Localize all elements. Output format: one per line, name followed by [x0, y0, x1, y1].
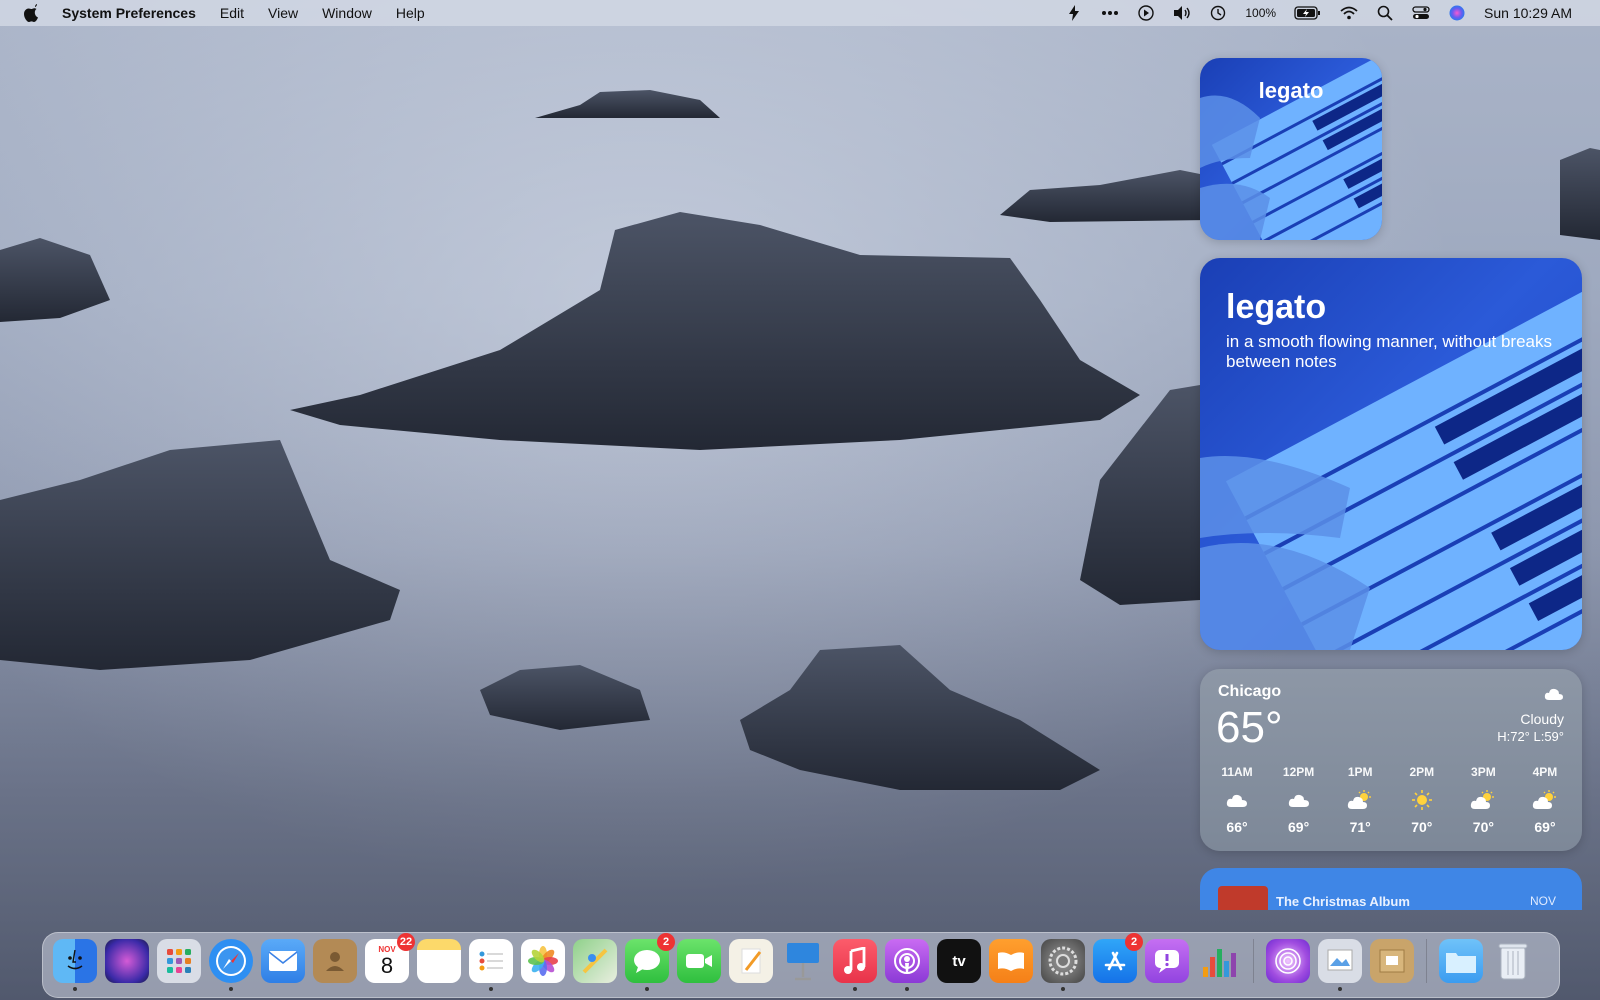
partly-sunny-icon [1532, 785, 1558, 815]
downloads-folder-icon[interactable] [1439, 939, 1483, 983]
trash-icon[interactable] [1491, 939, 1535, 983]
system-preferences-icon[interactable] [1041, 939, 1085, 991]
weather-temperature: 65° [1216, 703, 1283, 752]
weather-condition: Cloudy [1520, 711, 1564, 727]
album-month: NOV [1529, 894, 1556, 908]
forecast-hour: 12PM 69° [1272, 765, 1326, 835]
album-art [1218, 886, 1268, 910]
dock-separator [1253, 939, 1254, 983]
dock: NOV 8 22 2 tv 2 [42, 932, 1560, 998]
partly-sunny-icon [1347, 785, 1373, 815]
cloud-icon [1288, 785, 1310, 815]
forecast-temp: 69° [1288, 819, 1310, 835]
photos-icon[interactable] [521, 939, 565, 983]
forecast-hour: 1PM 71° [1333, 765, 1387, 835]
books-icon[interactable] [989, 939, 1033, 983]
apple-tv-icon[interactable]: tv [937, 939, 981, 983]
keynote-icon[interactable] [781, 939, 825, 983]
messages-badge: 2 [657, 933, 675, 951]
menu-help[interactable]: Help [396, 5, 425, 21]
launchpad-icon[interactable] [157, 939, 201, 983]
numbers-chart-icon[interactable] [1197, 939, 1241, 983]
forecast-time: 11AM [1221, 765, 1253, 779]
forecast-hour: 3PM 70° [1456, 765, 1510, 835]
forecast-time: 1PM [1347, 765, 1373, 779]
forecast-temp: 66° [1226, 819, 1248, 835]
battery-icon[interactable] [1294, 5, 1322, 21]
sun-icon [1411, 785, 1433, 815]
battery-percent[interactable]: 100% [1245, 6, 1276, 20]
dock-separator [1426, 939, 1427, 983]
maps-icon[interactable] [573, 939, 617, 983]
forecast-time: 2PM [1409, 765, 1435, 779]
word-of-the-day-widget-large[interactable]: legato in a smooth flowing manner, witho… [1200, 258, 1582, 650]
app-store-icon[interactable]: 2 [1093, 933, 1143, 983]
control-center-icon[interactable] [1412, 5, 1430, 21]
reminders-icon[interactable] [469, 939, 513, 991]
play-icon[interactable] [1137, 5, 1155, 21]
music-app-icon[interactable] [833, 939, 877, 991]
finder-icon[interactable] [53, 939, 97, 991]
forecast-hour: 11AM 66° [1210, 765, 1264, 835]
facetime-icon[interactable] [677, 939, 721, 983]
feedback-assistant-icon[interactable] [1145, 939, 1189, 983]
forecast-temp: 69° [1534, 819, 1556, 835]
app-menu[interactable]: System Preferences [62, 5, 196, 21]
cloud-icon [1544, 687, 1564, 706]
cloud-icon [1226, 785, 1248, 815]
calendar-icon[interactable]: NOV 8 22 [365, 933, 415, 983]
forecast-time: 12PM [1282, 765, 1315, 779]
menu-window[interactable]: Window [322, 5, 372, 21]
weather-widget[interactable]: Chicago 65° Cloudy H:72° L:59° 11AM 66° … [1200, 669, 1582, 851]
preview-icon[interactable] [1318, 939, 1362, 991]
weather-city: Chicago [1218, 683, 1282, 700]
contacts-icon[interactable] [313, 939, 357, 983]
forecast-temp: 70° [1411, 819, 1433, 835]
airdrop-icon[interactable] [1266, 939, 1310, 983]
weather-high-low: H:72° L:59° [1497, 729, 1564, 744]
word-definition: in a smooth flowing manner, without brea… [1226, 332, 1553, 371]
music-widget[interactable]: The Christmas Album NOV [1200, 868, 1582, 910]
menu-edit[interactable]: Edit [220, 5, 244, 21]
wifi-icon[interactable] [1340, 5, 1358, 21]
word-title: legato [1226, 288, 1327, 326]
apple-menu-icon[interactable] [22, 3, 42, 23]
messages-icon[interactable]: 2 [625, 933, 675, 991]
siri-menu-icon[interactable] [1448, 5, 1466, 21]
package-icon[interactable] [1370, 939, 1414, 983]
menu-clock[interactable]: Sun 10:29 AM [1484, 5, 1572, 21]
forecast-time: 4PM [1532, 765, 1558, 779]
volume-icon[interactable] [1173, 5, 1191, 21]
calendar-day: 8 [380, 953, 394, 978]
safari-icon[interactable] [209, 939, 253, 991]
time-machine-icon[interactable] [1209, 5, 1227, 21]
word-of-the-day-widget-small[interactable]: legato [1200, 58, 1382, 240]
spotlight-search-icon[interactable] [1376, 5, 1394, 21]
forecast-hour: 2PM 70° [1395, 765, 1449, 835]
word-title: legato [1258, 78, 1324, 103]
podcasts-icon[interactable] [885, 939, 929, 991]
more-icon[interactable] [1101, 5, 1119, 21]
pages-icon[interactable] [729, 939, 773, 983]
forecast-temp: 71° [1349, 819, 1371, 835]
hourly-forecast: 11AM 66° 12PM 69° 1PM 71° 2PM 70° 3PM 70… [1210, 765, 1572, 835]
album-title: The Christmas Album [1276, 894, 1410, 909]
notes-icon[interactable] [417, 939, 461, 983]
app-store-badge: 2 [1125, 933, 1143, 951]
forecast-hour: 4PM 69° [1518, 765, 1572, 835]
menu-view[interactable]: View [268, 5, 298, 21]
forecast-time: 3PM [1471, 765, 1496, 779]
siri-icon[interactable] [105, 939, 149, 983]
bolt-status-icon[interactable] [1065, 5, 1083, 21]
mail-icon[interactable] [261, 939, 305, 983]
partly-sunny-icon [1470, 785, 1496, 815]
calendar-badge: 22 [397, 933, 415, 951]
forecast-temp: 70° [1472, 819, 1494, 835]
menu-bar: System Preferences Edit View Window Help… [0, 0, 1600, 26]
